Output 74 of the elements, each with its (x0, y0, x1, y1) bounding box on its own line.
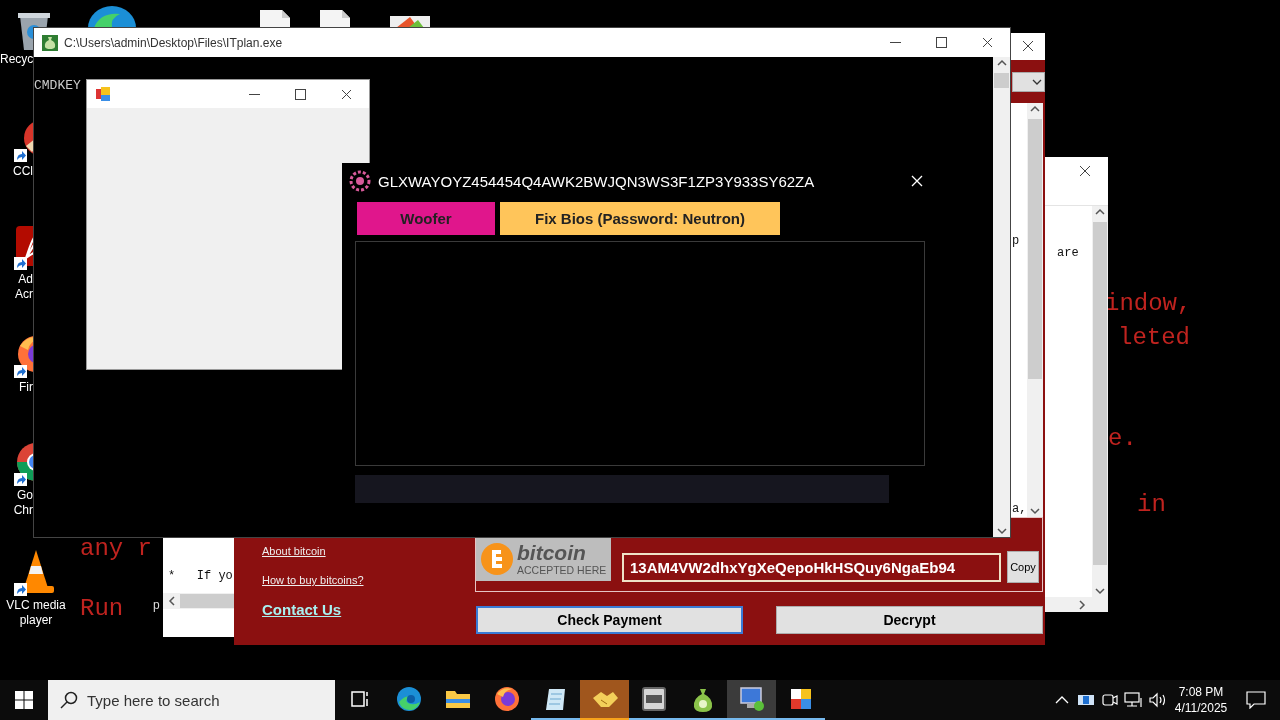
icon-label[interactable]: Recyc (0, 52, 33, 67)
background-text: p (153, 598, 160, 613)
windows-logo-icon (15, 691, 33, 709)
background-text: indow, (1105, 292, 1192, 316)
icon-label[interactable]: Ad (0, 272, 33, 287)
scroll-left-icon[interactable] (167, 595, 177, 607)
clock[interactable]: 7:08 PM 4/11/2025 (1170, 684, 1232, 716)
panel-text: a, (1012, 502, 1027, 516)
app-icon (95, 86, 111, 102)
search-field[interactable]: Type here to search (48, 680, 335, 720)
copy-button[interactable]: Copy (1007, 551, 1039, 583)
document-text: are (1057, 246, 1079, 260)
decrypt-button[interactable]: Decrypt (776, 606, 1043, 634)
clock-date: 4/11/2025 (1174, 700, 1228, 716)
tray-app-icon[interactable] (1077, 693, 1095, 707)
network-icon[interactable] (1124, 692, 1144, 708)
scroll-down-icon[interactable] (1095, 585, 1105, 597)
window-title: C:\Users\admin\Desktop\Files\ITplan.exe (64, 35, 283, 50)
background-text: leted (1118, 326, 1190, 350)
icon-label[interactable]: Fir (0, 380, 33, 395)
bitcoin-icon (480, 542, 514, 576)
browser-icon[interactable] (395, 686, 422, 712)
speaker-icon[interactable] (1148, 692, 1168, 708)
icon-label[interactable]: player (0, 613, 72, 628)
chevron-up-icon[interactable] (1055, 695, 1069, 705)
color-tiles-icon[interactable] (788, 687, 813, 711)
notification-icon[interactable] (1246, 691, 1266, 709)
background-text: in (1137, 493, 1166, 517)
background-text: any r (80, 537, 152, 561)
clock-time: 7:08 PM (1178, 684, 1224, 700)
computer-icon[interactable] (737, 686, 766, 712)
scroll-right-icon[interactable] (1077, 598, 1087, 611)
maximize-icon[interactable] (935, 37, 947, 48)
browser-icon[interactable] (493, 686, 520, 712)
chevron-down-icon (1032, 78, 1042, 86)
camera-icon[interactable] (1101, 692, 1119, 708)
scroll-down-icon[interactable] (1030, 505, 1040, 517)
task-view-icon[interactable] (348, 688, 371, 710)
check-payment-button[interactable]: Check Payment (476, 606, 743, 634)
scroll-down-icon[interactable] (996, 525, 1007, 537)
browser-icon (88, 6, 136, 28)
link[interactable]: About bitcoin (262, 544, 326, 558)
maximize-icon[interactable] (294, 88, 306, 100)
tile-icon[interactable] (640, 686, 667, 712)
close-icon[interactable] (1079, 165, 1091, 177)
scrollbar-thumb[interactable] (1028, 119, 1042, 379)
close-icon[interactable] (981, 37, 993, 48)
panel-text: p (1012, 234, 1020, 248)
logo-word: bitcoin (517, 541, 587, 564)
close-icon[interactable] (1022, 40, 1034, 52)
tab-button[interactable]: Fix Bios (Password: Neutron) (500, 202, 780, 235)
icon-label[interactable]: Acr (0, 287, 33, 302)
background-text: Run (80, 597, 124, 621)
logo-caption: ACCEPTED HERE (517, 563, 607, 577)
background-text: e. (1108, 427, 1137, 451)
icon-label[interactable]: VLC media (0, 598, 72, 613)
tab-button[interactable]: Woofer (357, 202, 495, 235)
scrollbar-thumb[interactable] (1093, 222, 1107, 565)
gear-icon (349, 170, 371, 192)
image-file-icon (390, 16, 430, 28)
folder-icon[interactable] (444, 688, 471, 710)
link[interactable]: How to buy bitcoins? (262, 573, 364, 587)
money-bag-icon (42, 34, 58, 51)
icon-label[interactable]: Go (0, 488, 33, 503)
console-output: CMDKEY (34, 78, 81, 93)
address-field[interactable]: 13AM4VW2dhxYgXeQepoHkHSQuy6NgaEb94 (622, 553, 1001, 582)
scrollbar-thumb[interactable] (180, 594, 235, 608)
close-icon[interactable] (340, 88, 352, 100)
icon-label[interactable]: Chr (0, 503, 33, 518)
icon-label[interactable]: CCl (0, 164, 33, 179)
contact-link[interactable]: Contact Us (262, 601, 342, 619)
scrollbar-thumb[interactable] (994, 73, 1009, 88)
window-title: GLXWAYOYZ454454Q4AWK2BWJQN3WS3F1ZP3Y933SY62ZA (378, 172, 815, 190)
document-text: * If yo (168, 569, 234, 584)
